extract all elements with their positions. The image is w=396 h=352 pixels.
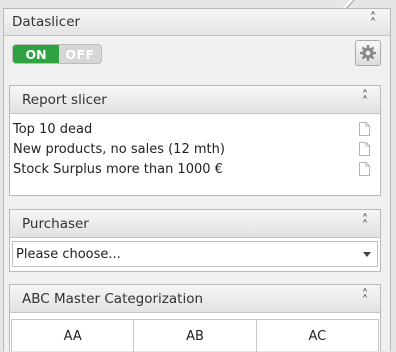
report-slicer-panel: Report slicer ˄ ˄ Top 10 dead New product… (9, 85, 381, 196)
list-item-label: New products, no sales (12 mth) (13, 141, 225, 157)
list-item[interactable]: New products, no sales (12 mth) (10, 139, 380, 159)
list-item-label: Top 10 dead (13, 121, 93, 137)
list-item-label: Stock Surplus more than 1000 € (13, 161, 223, 177)
settings-button[interactable] (355, 40, 381, 66)
gear-icon (360, 45, 376, 61)
purchaser-panel: Purchaser ˄ ˄ Please choose... (9, 209, 381, 272)
abc-header: ABC Master Categorization ˄ ˄ (10, 285, 380, 313)
chevron-double-up-icon[interactable]: ˄ ˄ (366, 12, 380, 31)
dataslicer-header: Dataslicer ˄ ˄ (4, 9, 390, 36)
abc-cell-ab[interactable]: AB (134, 320, 257, 352)
chevron-double-up-icon[interactable]: ˄ ˄ (358, 289, 372, 308)
list-item[interactable]: Stock Surplus more than 1000 € (10, 159, 380, 179)
document-icon (359, 122, 370, 136)
abc-categories: AA AB AC (11, 319, 379, 352)
purchaser-title: Purchaser (22, 215, 89, 232)
list-item[interactable]: Top 10 dead (10, 119, 380, 139)
on-off-toggle[interactable]: ON OFF (12, 44, 102, 64)
document-icon (359, 162, 370, 176)
document-icon (359, 142, 370, 156)
dataslicer-title: Dataslicer (12, 14, 81, 30)
toggle-off-label: OFF (65, 46, 95, 62)
chevron-double-up-icon[interactable]: ˄ ˄ (358, 214, 372, 233)
report-slicer-header: Report slicer ˄ ˄ (10, 86, 380, 114)
toggle-on-label: ON (13, 45, 59, 63)
abc-cell-aa[interactable]: AA (12, 320, 135, 352)
purchaser-select-value: Please choose... (16, 246, 121, 262)
abc-title: ABC Master Categorization (22, 290, 204, 307)
dataslicer-toolbar: ON OFF (4, 36, 390, 70)
caret-down-icon (363, 251, 371, 257)
abc-panel: ABC Master Categorization ˄ ˄ AA AB AC (9, 284, 381, 352)
report-slicer-title: Report slicer (22, 91, 107, 108)
purchaser-select[interactable]: Please choose... (12, 241, 378, 267)
report-slicer-list: Top 10 dead New products, no sales (12 m… (10, 114, 380, 179)
chevron-double-up-icon[interactable]: ˄ ˄ (358, 90, 372, 109)
purchaser-header: Purchaser ˄ ˄ (10, 210, 380, 238)
abc-cell-ac[interactable]: AC (257, 320, 378, 352)
